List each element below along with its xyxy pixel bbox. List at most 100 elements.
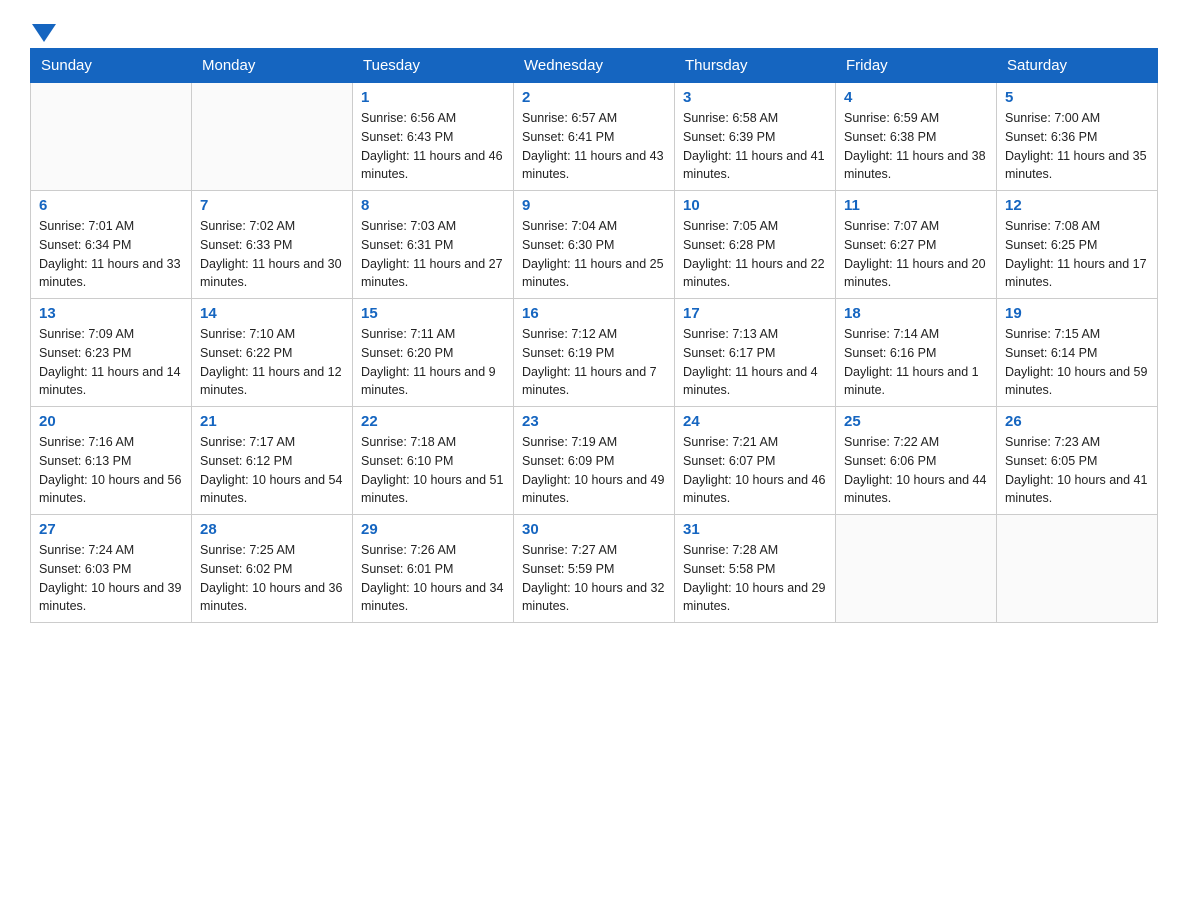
day-number: 7 xyxy=(200,197,344,214)
calendar-cell: 18 Sunrise: 7:14 AMSunset: 6:16 PMDayligh… xyxy=(836,299,997,407)
day-number: 29 xyxy=(361,521,505,538)
calendar-week-4: 20 Sunrise: 7:16 AMSunset: 6:13 PMDayligh… xyxy=(31,407,1158,515)
calendar-cell: 15 Sunrise: 7:11 AMSunset: 6:20 PMDayligh… xyxy=(353,299,514,407)
calendar-cell: 11 Sunrise: 7:07 AMSunset: 6:27 PMDayligh… xyxy=(836,191,997,299)
calendar-cell: 19Sunrise: 7:15 AMSunset: 6:14 PMDayligh… xyxy=(997,299,1158,407)
calendar-cell: 21 Sunrise: 7:17 AMSunset: 6:12 PMDayligh… xyxy=(192,407,353,515)
logo xyxy=(30,20,56,38)
calendar-cell: 9Sunrise: 7:04 AMSunset: 6:30 PMDaylight… xyxy=(514,191,675,299)
day-info: Sunrise: 7:27 AMSunset: 5:59 PMDaylight:… xyxy=(522,541,666,616)
day-info: Sunrise: 7:16 AMSunset: 6:13 PMDaylight:… xyxy=(39,433,183,508)
day-info: Sunrise: 7:22 AMSunset: 6:06 PMDaylight:… xyxy=(844,433,988,508)
calendar-week-3: 13 Sunrise: 7:09 AMSunset: 6:23 PMDayligh… xyxy=(31,299,1158,407)
day-number: 26 xyxy=(1005,413,1149,430)
day-info: Sunrise: 7:03 AMSunset: 6:31 PMDaylight:… xyxy=(361,217,505,292)
day-info: Sunrise: 7:18 AMSunset: 6:10 PMDaylight:… xyxy=(361,433,505,508)
calendar-table: SundayMondayTuesdayWednesdayThursdayFrid… xyxy=(30,48,1158,623)
day-info: Sunrise: 7:24 AMSunset: 6:03 PMDaylight:… xyxy=(39,541,183,616)
calendar-cell: 23 Sunrise: 7:19 AMSunset: 6:09 PMDayligh… xyxy=(514,407,675,515)
day-info: Sunrise: 7:00 AMSunset: 6:36 PMDaylight:… xyxy=(1005,109,1149,184)
calendar-cell: 3 Sunrise: 6:58 AMSunset: 6:39 PMDaylight… xyxy=(675,83,836,191)
calendar-cell: 13 Sunrise: 7:09 AMSunset: 6:23 PMDayligh… xyxy=(31,299,192,407)
calendar-header: SundayMondayTuesdayWednesdayThursdayFrid… xyxy=(31,49,1158,83)
day-info: Sunrise: 6:58 AMSunset: 6:39 PMDaylight:… xyxy=(683,109,827,184)
day-info: Sunrise: 7:21 AMSunset: 6:07 PMDaylight:… xyxy=(683,433,827,508)
day-info: Sunrise: 6:57 AMSunset: 6:41 PMDaylight:… xyxy=(522,109,666,184)
weekday-header-tuesday: Tuesday xyxy=(353,49,514,83)
calendar-cell: 12Sunrise: 7:08 AMSunset: 6:25 PMDayligh… xyxy=(997,191,1158,299)
day-info: Sunrise: 7:09 AMSunset: 6:23 PMDaylight:… xyxy=(39,325,183,400)
weekday-header-saturday: Saturday xyxy=(997,49,1158,83)
day-number: 6 xyxy=(39,197,183,214)
calendar-cell xyxy=(31,83,192,191)
day-number: 20 xyxy=(39,413,183,430)
calendar-cell xyxy=(192,83,353,191)
calendar-cell: 5 Sunrise: 7:00 AMSunset: 6:36 PMDaylight… xyxy=(997,83,1158,191)
day-info: Sunrise: 7:05 AMSunset: 6:28 PMDaylight:… xyxy=(683,217,827,292)
calendar-cell: 20 Sunrise: 7:16 AMSunset: 6:13 PMDayligh… xyxy=(31,407,192,515)
calendar-cell: 29 Sunrise: 7:26 AMSunset: 6:01 PMDayligh… xyxy=(353,515,514,623)
calendar-week-5: 27 Sunrise: 7:24 AMSunset: 6:03 PMDayligh… xyxy=(31,515,1158,623)
calendar-cell: 30 Sunrise: 7:27 AMSunset: 5:59 PMDayligh… xyxy=(514,515,675,623)
calendar-cell: 28 Sunrise: 7:25 AMSunset: 6:02 PMDayligh… xyxy=(192,515,353,623)
day-number: 13 xyxy=(39,305,183,322)
day-number: 18 xyxy=(844,305,988,322)
day-number: 23 xyxy=(522,413,666,430)
calendar-cell: 24Sunrise: 7:21 AMSunset: 6:07 PMDayligh… xyxy=(675,407,836,515)
day-info: Sunrise: 7:07 AMSunset: 6:27 PMDaylight:… xyxy=(844,217,988,292)
day-info: Sunrise: 7:19 AMSunset: 6:09 PMDaylight:… xyxy=(522,433,666,508)
day-info: Sunrise: 7:01 AMSunset: 6:34 PMDaylight:… xyxy=(39,217,183,292)
day-number: 22 xyxy=(361,413,505,430)
day-info: Sunrise: 7:12 AMSunset: 6:19 PMDaylight:… xyxy=(522,325,666,400)
calendar-cell: 31 Sunrise: 7:28 AMSunset: 5:58 PMDayligh… xyxy=(675,515,836,623)
day-number: 27 xyxy=(39,521,183,538)
calendar-cell: 2 Sunrise: 6:57 AMSunset: 6:41 PMDaylight… xyxy=(514,83,675,191)
day-info: Sunrise: 7:28 AMSunset: 5:58 PMDaylight:… xyxy=(683,541,827,616)
day-info: Sunrise: 7:25 AMSunset: 6:02 PMDaylight:… xyxy=(200,541,344,616)
calendar-cell: 10Sunrise: 7:05 AMSunset: 6:28 PMDayligh… xyxy=(675,191,836,299)
day-info: Sunrise: 7:17 AMSunset: 6:12 PMDaylight:… xyxy=(200,433,344,508)
day-info: Sunrise: 7:10 AMSunset: 6:22 PMDaylight:… xyxy=(200,325,344,400)
calendar-cell: 27 Sunrise: 7:24 AMSunset: 6:03 PMDayligh… xyxy=(31,515,192,623)
calendar-cell: 25 Sunrise: 7:22 AMSunset: 6:06 PMDayligh… xyxy=(836,407,997,515)
day-number: 1 xyxy=(361,89,505,106)
weekday-header-monday: Monday xyxy=(192,49,353,83)
day-info: Sunrise: 7:23 AMSunset: 6:05 PMDaylight:… xyxy=(1005,433,1149,508)
calendar-body: 1 Sunrise: 6:56 AMSunset: 6:43 PMDaylight… xyxy=(31,83,1158,623)
logo-arrow-icon xyxy=(32,24,56,42)
day-info: Sunrise: 7:04 AMSunset: 6:30 PMDaylight:… xyxy=(522,217,666,292)
day-number: 11 xyxy=(844,197,988,214)
day-info: Sunrise: 6:56 AMSunset: 6:43 PMDaylight:… xyxy=(361,109,505,184)
day-number: 28 xyxy=(200,521,344,538)
day-info: Sunrise: 7:08 AMSunset: 6:25 PMDaylight:… xyxy=(1005,217,1149,292)
calendar-cell: 16Sunrise: 7:12 AMSunset: 6:19 PMDayligh… xyxy=(514,299,675,407)
day-info: Sunrise: 7:13 AMSunset: 6:17 PMDaylight:… xyxy=(683,325,827,400)
day-info: Sunrise: 7:11 AMSunset: 6:20 PMDaylight:… xyxy=(361,325,505,400)
day-number: 25 xyxy=(844,413,988,430)
calendar-cell: 7 Sunrise: 7:02 AMSunset: 6:33 PMDaylight… xyxy=(192,191,353,299)
day-info: Sunrise: 7:14 AMSunset: 6:16 PMDaylight:… xyxy=(844,325,988,400)
day-number: 31 xyxy=(683,521,827,538)
day-number: 21 xyxy=(200,413,344,430)
day-number: 3 xyxy=(683,89,827,106)
day-info: Sunrise: 7:15 AMSunset: 6:14 PMDaylight:… xyxy=(1005,325,1149,400)
weekday-header-friday: Friday xyxy=(836,49,997,83)
day-info: Sunrise: 6:59 AMSunset: 6:38 PMDaylight:… xyxy=(844,109,988,184)
day-number: 17 xyxy=(683,305,827,322)
day-info: Sunrise: 7:02 AMSunset: 6:33 PMDaylight:… xyxy=(200,217,344,292)
weekday-header-thursday: Thursday xyxy=(675,49,836,83)
day-number: 2 xyxy=(522,89,666,106)
calendar-week-1: 1 Sunrise: 6:56 AMSunset: 6:43 PMDaylight… xyxy=(31,83,1158,191)
calendar-cell xyxy=(836,515,997,623)
day-info: Sunrise: 7:26 AMSunset: 6:01 PMDaylight:… xyxy=(361,541,505,616)
weekday-header-row: SundayMondayTuesdayWednesdayThursdayFrid… xyxy=(31,49,1158,83)
calendar-cell: 26 Sunrise: 7:23 AMSunset: 6:05 PMDayligh… xyxy=(997,407,1158,515)
calendar-cell: 4Sunrise: 6:59 AMSunset: 6:38 PMDaylight… xyxy=(836,83,997,191)
calendar-cell xyxy=(997,515,1158,623)
day-number: 5 xyxy=(1005,89,1149,106)
calendar-cell: 22 Sunrise: 7:18 AMSunset: 6:10 PMDayligh… xyxy=(353,407,514,515)
day-number: 15 xyxy=(361,305,505,322)
day-number: 30 xyxy=(522,521,666,538)
calendar-cell: 8Sunrise: 7:03 AMSunset: 6:31 PMDaylight… xyxy=(353,191,514,299)
weekday-header-wednesday: Wednesday xyxy=(514,49,675,83)
